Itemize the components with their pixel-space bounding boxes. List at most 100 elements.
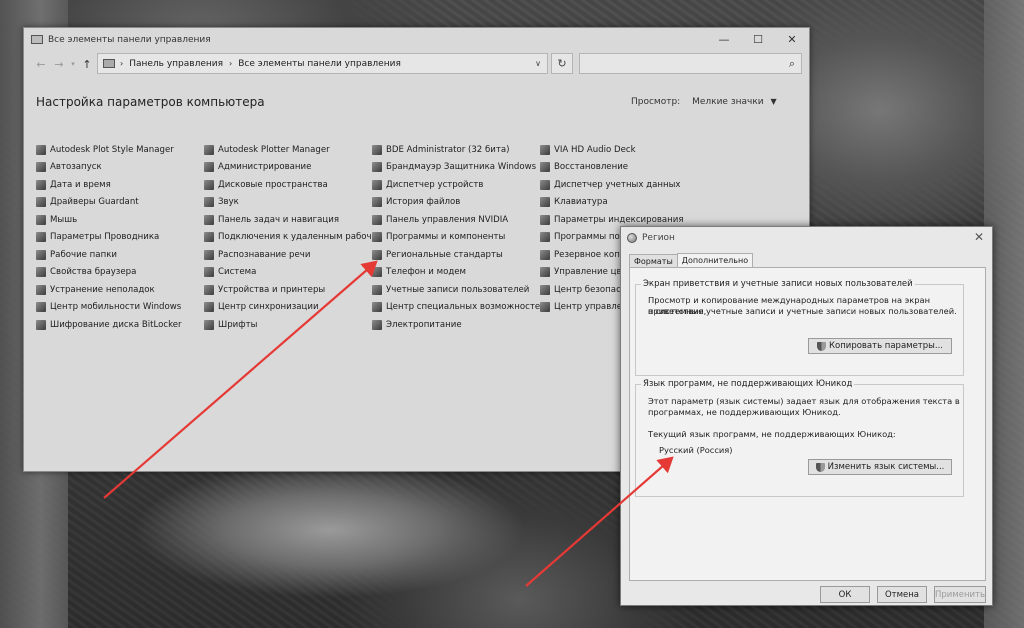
control-panel-icon: [31, 35, 43, 44]
control-panel-item-label: Шифрование диска BitLocker: [50, 319, 182, 330]
control-panel-item[interactable]: BDE Administrator (32 бита): [372, 141, 540, 159]
forward-arrow-icon[interactable]: →: [50, 58, 68, 71]
control-panel-item-label: Клавиатура: [554, 197, 608, 208]
control-panel-item[interactable]: Параметры Проводника: [36, 229, 204, 247]
control-panel-item-label: Параметры Проводника: [50, 232, 160, 243]
control-panel-item-label: Региональные стандарты: [386, 249, 503, 260]
control-panel-item[interactable]: Клавиатура: [540, 194, 708, 212]
control-panel-item[interactable]: Центр специальных возможностей: [372, 299, 540, 317]
control-panel-item-icon: [540, 179, 550, 190]
control-panel-item-label: История файлов: [386, 197, 461, 208]
triangle-down-icon[interactable]: ▼: [771, 97, 777, 106]
dialog-title: Регион: [642, 233, 675, 243]
group-legend: Язык программ, не поддерживающих Юникод: [641, 379, 855, 389]
ok-button[interactable]: ОК: [820, 586, 870, 603]
control-panel-item[interactable]: Распознавание речи: [204, 246, 372, 264]
control-panel-item[interactable]: Брандмауэр Защитника Windows: [372, 159, 540, 177]
control-panel-item[interactable]: Диспетчер устройств: [372, 176, 540, 194]
close-icon[interactable]: ✕: [974, 230, 984, 244]
control-panel-item-label: Автозапуск: [50, 162, 102, 173]
control-panel-item-label: Autodesk Plot Style Manager: [50, 144, 174, 155]
address-bar[interactable]: › Панель управления › Все элементы панел…: [97, 53, 548, 74]
control-panel-item-label: Диспетчер устройств: [386, 179, 484, 190]
items-column: Autodesk Plot Style Manager Автозапуск Дат…: [36, 141, 204, 334]
welcome-screen-group: Экран приветствия и учетные записи новых…: [635, 279, 964, 376]
control-panel-item-icon: [540, 284, 550, 295]
control-panel-item[interactable]: Autodesk Plotter Manager: [204, 141, 372, 159]
chevron-down-icon[interactable]: ∨: [535, 59, 541, 68]
change-system-locale-button[interactable]: Изменить язык системы...: [808, 459, 952, 475]
control-panel-item[interactable]: Шифрование диска BitLocker: [36, 316, 204, 334]
control-panel-item[interactable]: Региональные стандарты: [372, 246, 540, 264]
control-panel-item[interactable]: История файлов: [372, 194, 540, 212]
control-panel-item-icon: [36, 197, 46, 208]
up-arrow-icon[interactable]: ↑: [78, 58, 96, 71]
control-panel-item[interactable]: Шрифты: [204, 316, 372, 334]
control-panel-item[interactable]: Устранение неполадок: [36, 281, 204, 299]
control-panel-item[interactable]: Драйверы Guardant: [36, 194, 204, 212]
copy-settings-button[interactable]: Копировать параметры...: [808, 338, 952, 354]
current-language-label: Текущий язык программ, не поддерживающих…: [648, 429, 896, 439]
breadcrumb-item[interactable]: Все элементы панели управления: [238, 59, 401, 69]
control-panel-item[interactable]: Администрирование: [204, 159, 372, 177]
control-panel-item-label: Центр мобильности Windows: [50, 302, 182, 313]
control-panel-titlebar[interactable]: Все элементы панели управления: [24, 28, 809, 51]
control-panel-item[interactable]: Учетные записи пользователей: [372, 281, 540, 299]
breadcrumb-item[interactable]: Панель управления: [129, 59, 223, 69]
current-language-value: Русский (Россия): [659, 445, 733, 455]
non-unicode-group: Язык программ, не поддерживающих Юникод …: [635, 379, 964, 497]
control-panel-item-icon: [204, 249, 214, 260]
control-panel-item-icon: [36, 214, 46, 225]
control-panel-item[interactable]: Устройства и принтеры: [204, 281, 372, 299]
minimize-icon[interactable]: —: [707, 28, 741, 50]
control-panel-item[interactable]: VIA HD Audio Deck: [540, 141, 708, 159]
control-panel-item[interactable]: Рабочие папки: [36, 246, 204, 264]
refresh-icon[interactable]: ↻: [551, 53, 573, 74]
control-panel-item[interactable]: Центр мобильности Windows: [36, 299, 204, 317]
control-panel-item-label: Электропитание: [386, 319, 462, 330]
control-panel-item[interactable]: Свойства браузера: [36, 264, 204, 282]
search-icon[interactable]: ⌕: [789, 57, 795, 71]
control-panel-item-label: Центр специальных возможностей: [386, 302, 540, 313]
control-panel-item[interactable]: Диспетчер учетных данных: [540, 176, 708, 194]
control-panel-item-icon: [36, 319, 46, 330]
control-panel-item[interactable]: Мышь: [36, 211, 204, 229]
control-panel-item[interactable]: Дисковые пространства: [204, 176, 372, 194]
control-panel-item[interactable]: Панель управления NVIDIA: [372, 211, 540, 229]
control-panel-item-icon: [372, 267, 382, 278]
view-by-dropdown[interactable]: Мелкие значки: [692, 97, 764, 107]
control-panel-item[interactable]: Программы и компоненты: [372, 229, 540, 247]
control-panel-item[interactable]: Система: [204, 264, 372, 282]
control-panel-item[interactable]: Автозапуск: [36, 159, 204, 177]
cancel-button[interactable]: Отмена: [877, 586, 927, 603]
control-panel-item[interactable]: Панель задач и навигация: [204, 211, 372, 229]
control-panel-item[interactable]: Электропитание: [372, 316, 540, 334]
control-panel-item-icon: [36, 302, 46, 313]
back-arrow-icon[interactable]: ←: [32, 58, 50, 71]
control-panel-item[interactable]: Дата и время: [36, 176, 204, 194]
control-panel-item[interactable]: Звук: [204, 194, 372, 212]
region-titlebar[interactable]: Регион: [621, 227, 992, 249]
control-panel-item-icon: [204, 319, 214, 330]
control-panel-item-label: Звук: [218, 197, 239, 208]
control-panel-item-label: Дата и время: [50, 179, 111, 190]
apply-button[interactable]: Применить: [934, 586, 986, 603]
control-panel-item-label: Параметры индексирования: [554, 214, 684, 225]
tab-advanced[interactable]: Дополнительно: [676, 253, 754, 268]
search-input[interactable]: ⌕: [579, 53, 802, 74]
control-panel-item-icon: [204, 267, 214, 278]
recent-dropdown-icon[interactable]: ▾: [68, 60, 78, 68]
control-panel-item-label: Диспетчер учетных данных: [554, 179, 681, 190]
control-panel-item[interactable]: Центр синхронизации: [204, 299, 372, 317]
maximize-icon[interactable]: ☐: [741, 28, 775, 50]
close-icon[interactable]: ✕: [775, 28, 809, 50]
group-description: Этот параметр (язык системы) задает язык…: [648, 396, 960, 406]
control-panel-item[interactable]: Восстановление: [540, 159, 708, 177]
control-panel-small-icon: [103, 59, 115, 68]
control-panel-item-icon: [540, 197, 550, 208]
control-panel-item[interactable]: Телефон и модем: [372, 264, 540, 282]
control-panel-item[interactable]: Подключения к удаленным рабоч...: [204, 229, 372, 247]
control-panel-item-label: Свойства браузера: [50, 267, 137, 278]
control-panel-item-icon: [372, 232, 382, 243]
control-panel-item[interactable]: Autodesk Plot Style Manager: [36, 141, 204, 159]
